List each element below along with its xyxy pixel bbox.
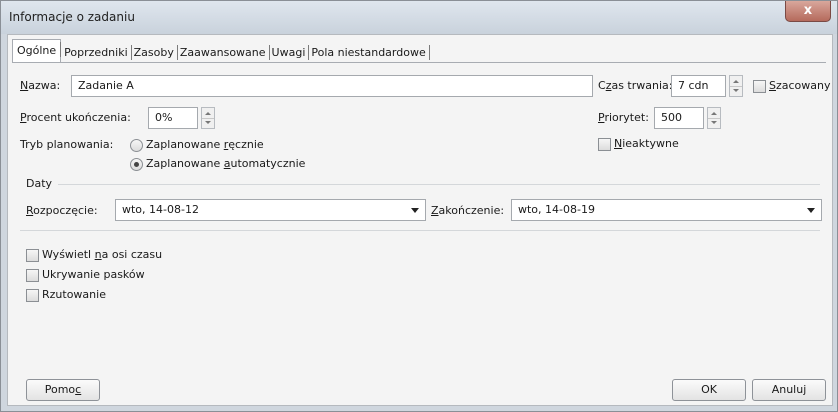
start-date-dropdown[interactable]: wto, 14-08-12: [115, 199, 426, 221]
estimated-checkbox[interactable]: [753, 80, 766, 93]
tab-general[interactable]: Ogólne: [12, 39, 62, 62]
priority-spinner[interactable]: [707, 107, 721, 129]
percent-complete-spinner[interactable]: [201, 107, 215, 129]
percent-complete-label: Procent ukończenia:: [20, 111, 131, 124]
rollup-label: Rzutowanie: [42, 288, 106, 301]
estimated-label: Szacowany: [769, 79, 831, 92]
hide-bars-checkbox[interactable]: [26, 269, 39, 282]
chevron-down-icon: [411, 208, 419, 213]
scheduling-mode-label: Tryb planowania:: [20, 138, 114, 151]
priority-input[interactable]: 500: [654, 107, 704, 129]
title-bar[interactable]: Informacje o zadaniu x: [1, 1, 837, 34]
tab-advanced[interactable]: Zaawansowane: [177, 43, 270, 62]
auto-schedule-label: Zaplanowane automatycznie: [146, 157, 306, 170]
duration-spinner[interactable]: [729, 75, 743, 97]
display-on-timeline-checkbox[interactable]: [26, 249, 39, 262]
ok-button[interactable]: OK: [672, 379, 746, 401]
rollup-checkbox[interactable]: [26, 289, 39, 302]
dates-section-label: Daty: [26, 177, 53, 190]
dialog-body: Ogólne Poprzedniki Zasoby Zaawansowane U…: [7, 34, 833, 406]
tab-predecessors[interactable]: Poprzedniki: [61, 43, 133, 62]
cancel-button[interactable]: Anuluj: [752, 379, 826, 401]
start-date-label: Rozpoczęcie:: [26, 204, 98, 217]
inactive-label: Nieaktywne: [614, 137, 679, 150]
priority-label: Priorytet:: [598, 111, 649, 124]
hide-bars-label: Ukrywanie pasków: [42, 268, 145, 281]
percent-complete-input[interactable]: 0%: [148, 107, 198, 129]
tab-custom-fields[interactable]: Pola niestandardowe: [308, 43, 431, 62]
chevron-down-icon: [807, 208, 815, 213]
name-label: Nazwa:: [20, 79, 61, 92]
help-button[interactable]: Pomoc: [26, 379, 100, 401]
auto-schedule-radio[interactable]: [130, 158, 143, 171]
tab-notes[interactable]: Uwagi: [269, 43, 310, 62]
tab-strip: Ogólne Poprzedniki Zasoby Zaawansowane U…: [12, 39, 431, 62]
duration-input[interactable]: 7 cdn: [671, 75, 726, 97]
duration-label: Czas trwania:: [598, 79, 673, 92]
manual-schedule-label: Zaplanowane ręcznie: [146, 138, 264, 151]
dates-divider: [58, 184, 820, 185]
close-button[interactable]: x: [785, 1, 831, 22]
finish-date-label: Zakończenie:: [431, 204, 505, 217]
window-title: Informacje o zadaniu: [9, 10, 135, 24]
finish-date-value: wto, 14-08-19: [518, 203, 595, 216]
name-input[interactable]: Zadanie A: [71, 75, 593, 97]
start-date-value: wto, 14-08-12: [122, 203, 199, 216]
finish-date-dropdown[interactable]: wto, 14-08-19: [511, 199, 822, 221]
display-on-timeline-label: Wyświetl na osi czasu: [42, 248, 163, 261]
tab-resources[interactable]: Zasoby: [131, 43, 179, 62]
options-divider: [20, 230, 820, 231]
manual-schedule-radio[interactable]: [130, 139, 143, 152]
task-information-dialog: Informacje o zadaniu x Ogólne Poprzednik…: [0, 0, 838, 412]
inactive-checkbox[interactable]: [598, 138, 611, 151]
general-tab-panel: Nazwa: Zadanie A Czas trwania: 7 cdn Sza…: [12, 62, 831, 401]
